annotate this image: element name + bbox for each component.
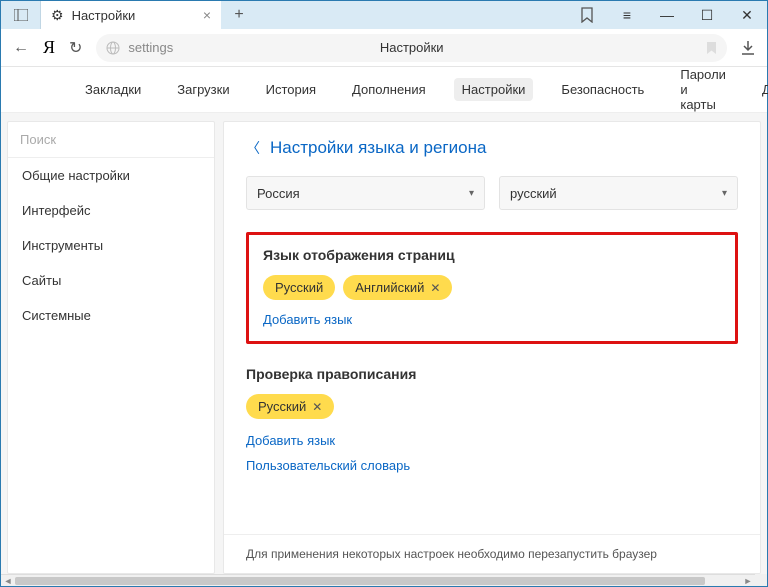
topnav-history[interactable]: История [258, 78, 324, 101]
scroll-corner [755, 574, 767, 586]
close-window-button[interactable]: ✕ [727, 1, 767, 29]
topnav-addons[interactable]: Дополнения [344, 78, 434, 101]
new-tab-button[interactable]: + [221, 1, 257, 29]
panel-toggle-button[interactable] [1, 1, 41, 29]
sidebar-item-general[interactable]: Общие настройки [8, 158, 214, 193]
content-area: Поиск Общие настройки Интерфейс Инструме… [1, 113, 767, 574]
chip-label: Английский [355, 280, 424, 295]
user-dictionary-link[interactable]: Пользовательский словарь [246, 458, 738, 473]
sidebar-item-interface[interactable]: Интерфейс [8, 193, 214, 228]
chip-label: Русский [275, 280, 323, 295]
gear-icon: ⚙ [51, 7, 64, 24]
yandex-logo[interactable]: Я [43, 37, 55, 58]
titlebar: ⚙ Настройки × + ≡ — ☐ ✕ [1, 1, 767, 29]
address-page-title: Настройки [380, 40, 444, 55]
panel-title: Настройки языка и региона [270, 138, 486, 158]
lang-chip-english[interactable]: Английский ✕ [343, 275, 452, 300]
spell-title: Проверка правописания [246, 366, 738, 382]
scroll-left-button[interactable]: ◄ [1, 576, 15, 586]
scroll-thumb[interactable] [15, 577, 705, 585]
region-language-selects: Россия ▾ русский ▾ [246, 176, 738, 210]
spell-chips: Русский ✕ [246, 394, 738, 419]
topnav-settings[interactable]: Настройки [454, 78, 534, 101]
chip-label: Русский [258, 399, 306, 414]
panel-header[interactable]: 〈 Настройки языка и региона [246, 138, 738, 158]
sidebar-search[interactable]: Поиск [8, 122, 214, 158]
spell-add-language-link[interactable]: Добавить язык [246, 433, 738, 448]
browser-tab[interactable]: ⚙ Настройки × [41, 1, 221, 29]
page-lang-chips: Русский Английский ✕ [263, 275, 721, 300]
globe-icon [106, 41, 120, 55]
toolbar: ← Я ↻ settings Настройки [1, 29, 767, 67]
spell-chip-russian[interactable]: Русский ✕ [246, 394, 334, 419]
reload-button[interactable]: ↻ [69, 38, 82, 58]
top-nav: Закладки Загрузки История Дополнения Нас… [1, 67, 767, 113]
chevron-down-icon: ▾ [469, 188, 474, 199]
language-select[interactable]: русский ▾ [499, 176, 738, 210]
restart-notice: Для применения некоторых настроек необхо… [224, 534, 760, 573]
downloads-button[interactable] [741, 40, 755, 56]
region-select[interactable]: Россия ▾ [246, 176, 485, 210]
menu-button[interactable]: ≡ [607, 1, 647, 29]
lang-chip-russian[interactable]: Русский [263, 275, 335, 300]
region-value: Россия [257, 186, 300, 201]
chip-remove-icon[interactable]: ✕ [312, 400, 322, 414]
bookmark-icon[interactable] [706, 41, 717, 55]
window-controls: ≡ — ☐ ✕ [567, 1, 767, 29]
sidebar-item-system[interactable]: Системные [8, 298, 214, 333]
topnav-other[interactable]: Други [754, 78, 768, 101]
chevron-left-icon: 〈 [246, 138, 260, 158]
topnav-downloads[interactable]: Загрузки [169, 78, 237, 101]
page-lang-title: Язык отображения страниц [263, 247, 721, 263]
chevron-down-icon: ▾ [722, 188, 727, 199]
address-text: settings [128, 40, 173, 55]
language-value: русский [510, 186, 557, 201]
add-language-link[interactable]: Добавить язык [263, 312, 721, 327]
topnav-passwords[interactable]: Пароли и карты [672, 63, 734, 116]
chip-remove-icon[interactable]: ✕ [430, 281, 440, 295]
scroll-right-button[interactable]: ► [741, 576, 755, 586]
sidebar-item-sites[interactable]: Сайты [8, 263, 214, 298]
tab-title: Настройки [72, 8, 136, 23]
minimize-button[interactable]: — [647, 1, 687, 29]
address-bar[interactable]: settings Настройки [96, 34, 727, 62]
spellcheck-section: Проверка правописания Русский ✕ Добавить… [246, 366, 738, 473]
tab-close-button[interactable]: × [203, 7, 211, 23]
topnav-security[interactable]: Безопасность [553, 78, 652, 101]
horizontal-scrollbar[interactable]: ◄ ► [1, 574, 755, 586]
topnav-bookmarks[interactable]: Закладки [77, 78, 149, 101]
bookmarks-button[interactable] [567, 1, 607, 29]
settings-sidebar: Поиск Общие настройки Интерфейс Инструме… [7, 121, 215, 574]
main-panel: 〈 Настройки языка и региона Россия ▾ рус… [223, 121, 761, 574]
scroll-track[interactable] [15, 575, 741, 586]
back-button[interactable]: ← [13, 39, 29, 57]
page-language-section: Язык отображения страниц Русский Английс… [246, 232, 738, 344]
sidebar-item-tools[interactable]: Инструменты [8, 228, 214, 263]
maximize-button[interactable]: ☐ [687, 1, 727, 29]
